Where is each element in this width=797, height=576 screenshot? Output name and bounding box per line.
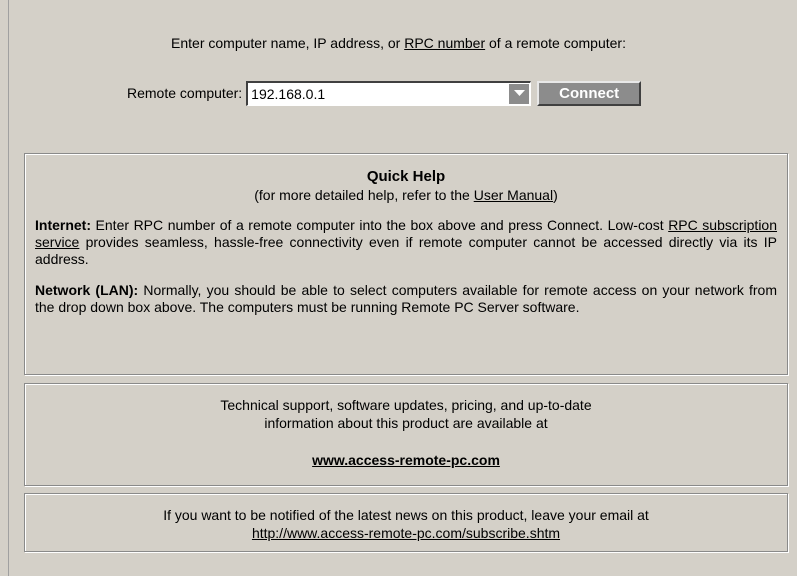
remote-computer-input[interactable] [248, 83, 510, 104]
chevron-down-icon [513, 90, 525, 96]
subscribe-text: If you want to be notified of the latest… [25, 506, 787, 542]
network-label: Network (LAN): [35, 282, 139, 298]
instructions-text-after: of a remote computer: [485, 35, 626, 51]
remote-computer-label: Remote computer: [127, 85, 243, 101]
quick-help-title: Quick Help [366, 168, 446, 185]
network-text: Normally, you should be able to select c… [35, 282, 778, 315]
website-link[interactable]: www.access-remote-pc.com [312, 452, 500, 468]
quick-help-panel: Quick Help (for more detailed help, refe… [24, 153, 788, 375]
remote-computer-dropdown-button[interactable] [509, 83, 530, 104]
support-line-1: Technical support, software updates, pri… [220, 397, 592, 413]
internet-text-1: Enter RPC number of a remote computer in… [91, 217, 669, 233]
rpc-number-link[interactable]: RPC number [404, 35, 485, 51]
remote-computer-combobox[interactable] [246, 80, 532, 106]
subscribe-link[interactable]: http://www.access-remote-pc.com/subscrib… [252, 525, 560, 541]
subscribe-line-1: If you want to be notified of the latest… [163, 507, 649, 523]
internet-label: Internet: [35, 217, 91, 233]
instructions-text-before: Enter computer name, IP address, or [171, 35, 405, 51]
internet-help-paragraph: Internet: Enter RPC number of a remote c… [35, 217, 777, 268]
subscribe-panel: If you want to be notified of the latest… [24, 493, 788, 552]
support-info-panel: Technical support, software updates, pri… [24, 383, 788, 486]
subtitle-text-after: ) [553, 187, 558, 203]
remote-computer-row: Remote computer: Connect [127, 80, 642, 106]
support-text: Technical support, software updates, pri… [25, 396, 787, 432]
user-manual-link[interactable]: User Manual [474, 187, 553, 203]
support-line-2: information about this product are avail… [264, 415, 548, 431]
subtitle-text-before: (for more detailed help, refer to the [254, 187, 474, 203]
connect-instructions: Enter computer name, IP address, or RPC … [0, 35, 797, 51]
website-link-container: www.access-remote-pc.com [25, 452, 787, 468]
quick-help-subtitle: (for more detailed help, refer to the Us… [25, 187, 787, 203]
network-help-paragraph: Network (LAN): Normally, you should be a… [35, 282, 777, 316]
connect-button[interactable]: Connect [537, 80, 642, 106]
internet-text-2: provides seamless, hassle-free connectiv… [35, 234, 777, 267]
